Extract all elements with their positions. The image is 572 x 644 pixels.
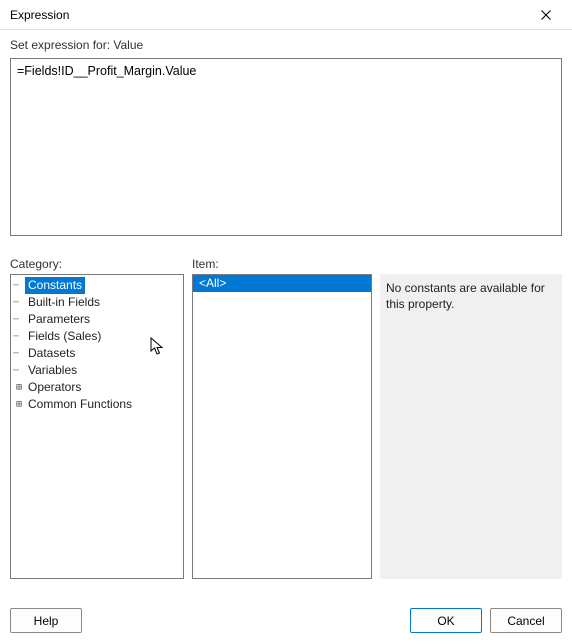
- category-item-label: Built-in Fields: [25, 294, 103, 311]
- set-expression-target: Value: [113, 38, 143, 52]
- tree-leaf-icon: ⋯: [13, 328, 25, 345]
- columns-region: Category: ⋯Constants⋯Built-in Fields⋯Par…: [10, 257, 562, 579]
- category-item[interactable]: ⋯Constants: [13, 277, 181, 294]
- tree-leaf-icon: ⋯: [13, 277, 25, 294]
- category-column: Category: ⋯Constants⋯Built-in Fields⋯Par…: [10, 257, 184, 579]
- category-label: Category:: [10, 257, 184, 271]
- titlebar: Expression: [0, 0, 572, 30]
- tree-leaf-icon: ⋯: [13, 294, 25, 311]
- cancel-button[interactable]: Cancel: [490, 608, 562, 633]
- button-bar: Help OK Cancel: [10, 607, 562, 634]
- category-item[interactable]: ⋯Built-in Fields: [13, 294, 181, 311]
- category-item[interactable]: ⋯Variables: [13, 362, 181, 379]
- category-item-label: Parameters: [25, 311, 93, 328]
- expand-icon[interactable]: ⊞: [13, 396, 25, 413]
- item-entry[interactable]: <All>: [193, 275, 371, 292]
- category-item[interactable]: ⊞Common Functions: [13, 396, 181, 413]
- description-panel: No constants are available for this prop…: [380, 274, 562, 579]
- window-title: Expression: [10, 8, 69, 22]
- category-item[interactable]: ⋯Datasets: [13, 345, 181, 362]
- category-item-label: Datasets: [25, 345, 78, 362]
- description-column: No constants are available for this prop…: [380, 257, 562, 579]
- category-item[interactable]: ⋯Parameters: [13, 311, 181, 328]
- tree-leaf-icon: ⋯: [13, 345, 25, 362]
- expand-icon[interactable]: ⊞: [13, 379, 25, 396]
- category-item-label: Fields (Sales): [25, 328, 104, 345]
- tree-leaf-icon: ⋯: [13, 362, 25, 379]
- close-icon: [541, 10, 551, 20]
- ok-button[interactable]: OK: [410, 608, 482, 633]
- expression-input[interactable]: [10, 58, 562, 236]
- category-item-label: Variables: [25, 362, 80, 379]
- description-label-spacer: [380, 257, 562, 271]
- tree-leaf-icon: ⋯: [13, 311, 25, 328]
- item-column: Item: <All>: [192, 257, 372, 579]
- category-item-label: Operators: [25, 379, 84, 396]
- category-item[interactable]: ⊞Operators: [13, 379, 181, 396]
- dialog-content: Set expression for: Value Category: ⋯Con…: [0, 30, 572, 589]
- category-item[interactable]: ⋯Fields (Sales): [13, 328, 181, 345]
- close-button[interactable]: [530, 3, 562, 27]
- item-listbox[interactable]: <All>: [192, 274, 372, 579]
- set-expression-prefix: Set expression for:: [10, 38, 113, 52]
- set-expression-label: Set expression for: Value: [10, 38, 562, 52]
- category-item-label: Constants: [25, 277, 85, 294]
- help-button[interactable]: Help: [10, 608, 82, 633]
- description-text: No constants are available for this prop…: [386, 281, 545, 311]
- category-listbox[interactable]: ⋯Constants⋯Built-in Fields⋯Parameters⋯Fi…: [10, 274, 184, 579]
- category-item-label: Common Functions: [25, 396, 135, 413]
- item-label: Item:: [192, 257, 372, 271]
